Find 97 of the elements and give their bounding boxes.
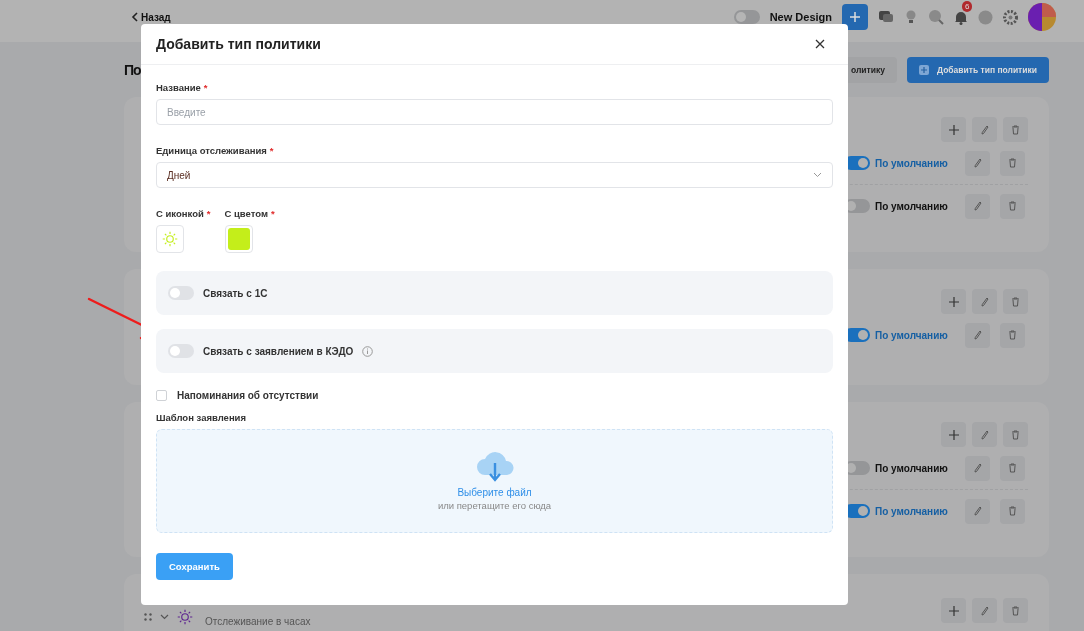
add-button[interactable]: [842, 4, 868, 30]
trash-icon: [1008, 201, 1017, 211]
lightbulb-icon[interactable]: [904, 9, 918, 25]
field-label: С иконкой: [156, 208, 204, 219]
plus-icon: [918, 64, 929, 75]
required-mark: *: [269, 145, 274, 156]
field-label: Единица отслеживания: [156, 145, 267, 156]
sun-icon: [162, 231, 178, 247]
default-label: По умолчанию: [875, 329, 949, 341]
info-icon[interactable]: [362, 345, 374, 357]
plus-icon: [948, 605, 959, 616]
file-dropzone[interactable]: Выберите файл или перетащите его сюда: [156, 429, 833, 533]
page-title: По: [124, 61, 141, 78]
required-mark: *: [206, 208, 211, 219]
edit-button[interactable]: [972, 289, 997, 314]
delete-button[interactable]: [1003, 117, 1028, 142]
toggle-label: Связать с заявлением в КЭДО: [203, 345, 354, 357]
chevron-down-icon: [813, 172, 822, 178]
checkbox-label: Напоминания об отсутствии: [177, 390, 319, 401]
add-button[interactable]: [941, 598, 966, 623]
pencil-icon: [973, 330, 982, 340]
new-design-label: New Design: [769, 11, 832, 23]
pencil-icon: [980, 429, 989, 440]
pencil-icon: [973, 463, 982, 473]
trash-icon: [1008, 463, 1017, 473]
policy-subtitle: Отслеживание в часах: [205, 616, 311, 627]
trash-icon: [1011, 429, 1020, 440]
field-label: С цветом: [224, 208, 268, 219]
add-button[interactable]: [941, 422, 966, 447]
pencil-icon: [973, 201, 982, 211]
toggle-switch[interactable]: [168, 344, 194, 358]
trash-icon: [1011, 296, 1020, 307]
required-mark: *: [203, 82, 208, 93]
name-input[interactable]: Введите: [156, 99, 833, 125]
default-label: По умолчанию: [875, 200, 949, 212]
edit-button[interactable]: [965, 193, 990, 219]
default-label: По умолчанию: [875, 157, 949, 169]
pencil-icon: [980, 605, 989, 616]
edit-button[interactable]: [972, 117, 997, 142]
toggle-switch[interactable]: [168, 286, 194, 300]
trash-icon: [1008, 330, 1017, 340]
delete-button[interactable]: [1000, 193, 1025, 219]
add-button[interactable]: [941, 289, 966, 314]
chat-icon[interactable]: [878, 9, 894, 25]
delete-button[interactable]: [1000, 455, 1025, 481]
icon-picker[interactable]: [156, 225, 184, 253]
toggle-label: Связать с 1С: [203, 287, 268, 299]
trash-icon: [1008, 158, 1017, 168]
drag-handle-icon[interactable]: [144, 612, 152, 621]
chevron-left-icon: [131, 12, 138, 22]
edit-button[interactable]: [972, 598, 997, 623]
pencil-icon: [973, 158, 982, 168]
toggle-switch[interactable]: [733, 10, 760, 24]
edit-button[interactable]: [965, 150, 990, 176]
delete-button[interactable]: [1003, 422, 1028, 447]
settings-icon[interactable]: [1003, 9, 1018, 25]
field-label: Название: [156, 82, 201, 93]
pencil-icon: [980, 296, 989, 307]
close-icon[interactable]: [815, 39, 825, 49]
delete-button[interactable]: [1000, 150, 1025, 176]
dropzone-hint: или перетащите его сюда: [437, 500, 552, 511]
dialog-title: Добавить тип политики: [156, 36, 321, 52]
avatar[interactable]: [1028, 3, 1056, 31]
notification-badge: 6: [962, 0, 973, 12]
field-label: Шаблон заявления: [156, 412, 246, 423]
plus-icon: [849, 11, 861, 23]
pencil-icon: [973, 506, 982, 516]
back-link[interactable]: Назад: [131, 11, 171, 23]
unit-select[interactable]: Дней: [156, 162, 833, 188]
trash-icon: [1011, 124, 1020, 135]
checkbox[interactable]: [156, 390, 167, 401]
add-button[interactable]: [941, 117, 966, 142]
search-icon[interactable]: [928, 9, 944, 25]
delete-button[interactable]: [1003, 289, 1028, 314]
edit-button[interactable]: [965, 498, 990, 524]
bell-icon[interactable]: [954, 9, 968, 25]
plus-icon: [948, 124, 959, 135]
delete-button[interactable]: [1000, 498, 1025, 524]
trash-icon: [1008, 506, 1017, 516]
plus-icon: [948, 429, 959, 440]
pencil-icon: [980, 124, 989, 135]
default-label: По умолчанию: [875, 462, 949, 474]
trash-icon: [1011, 605, 1020, 616]
add-policy-type-button[interactable]: Добавить тип политики: [906, 56, 1049, 83]
chevron-down-icon[interactable]: [160, 613, 169, 620]
edit-button[interactable]: [965, 322, 990, 348]
edit-button[interactable]: [965, 455, 990, 481]
required-mark: *: [270, 208, 275, 219]
help-icon[interactable]: [978, 9, 993, 25]
edit-button[interactable]: [972, 422, 997, 447]
plus-icon: [948, 296, 959, 307]
save-button[interactable]: Сохранить: [156, 553, 233, 580]
sun-icon: [177, 608, 193, 625]
choose-file-link[interactable]: Выберите файл: [457, 487, 532, 498]
delete-button[interactable]: [1000, 322, 1025, 348]
default-label: По умолчанию: [875, 505, 949, 517]
delete-button[interactable]: [1003, 598, 1028, 623]
